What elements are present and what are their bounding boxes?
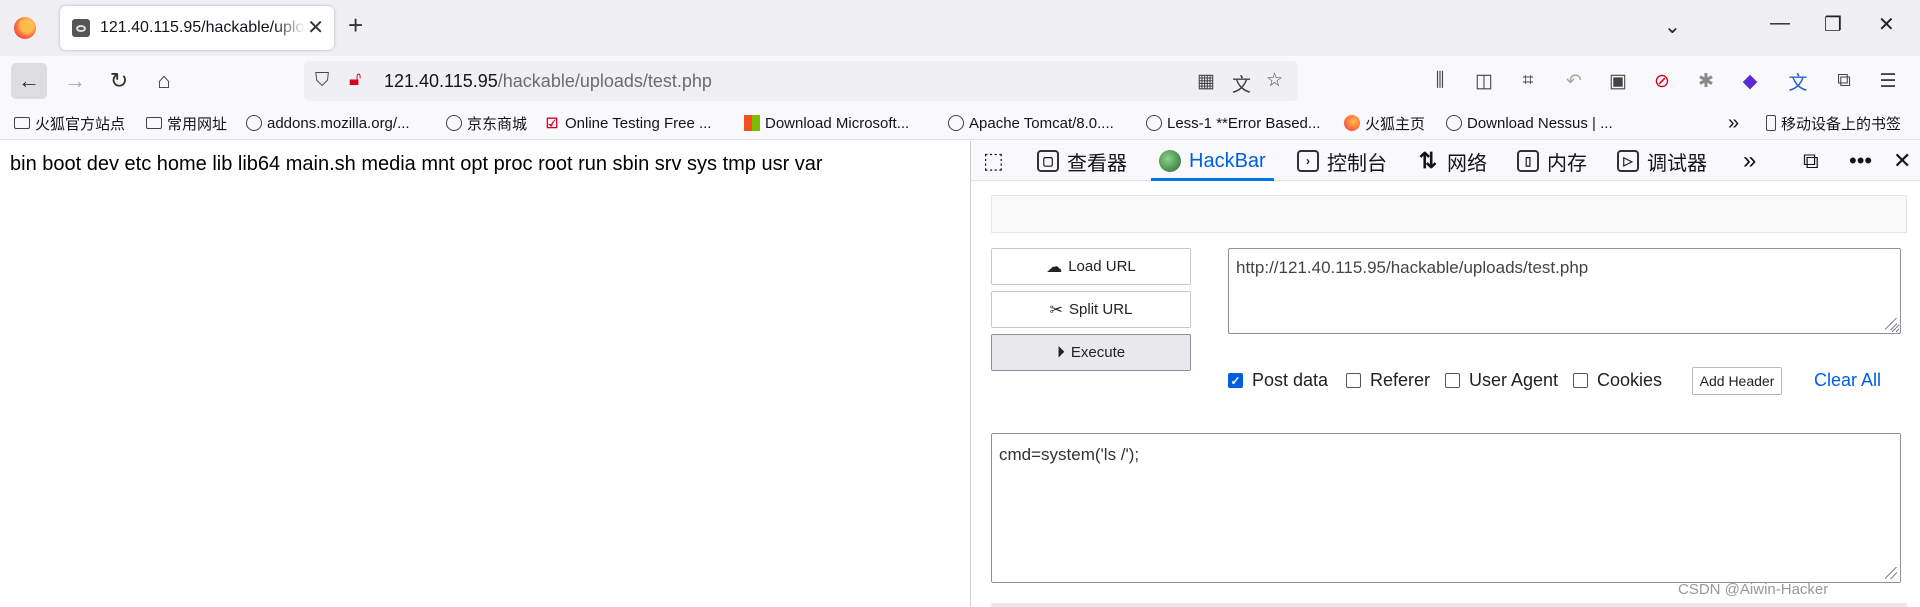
more-tabs-icon[interactable]: » — [1743, 141, 1756, 181]
window-close-button[interactable]: ✕ — [1878, 12, 1895, 37]
execute-button[interactable]: ⏵ Execute — [991, 334, 1191, 371]
split-url-button[interactable]: ✂ Split URL — [991, 291, 1191, 328]
console-icon: › — [1297, 150, 1319, 172]
mobile-device-icon — [1766, 115, 1776, 131]
reload-button[interactable]: ↻ — [101, 63, 137, 99]
resize-grip-icon[interactable] — [1885, 567, 1897, 579]
firefox-view-icon[interactable] — [14, 17, 36, 39]
tab-network[interactable]: ⇅ 网络 — [1417, 141, 1487, 181]
devtools-toolbar: ⬚ ▢ 查看器 HackBar › 控制台 ⇅ 网络 ▯ 内存 ▷ 调试器 » ⧉ •••… — [971, 141, 1920, 181]
hackbar-logo-icon — [1159, 150, 1181, 172]
extension-mask-icon[interactable]: ▣ — [1606, 69, 1630, 93]
hackbar-menu-bar[interactable] — [991, 195, 1907, 233]
element-picker-icon[interactable]: ⬚ — [983, 141, 1004, 181]
checkbox-icon: ☑ — [545, 114, 559, 131]
bookmark-item[interactable]: 火狐官方站点 — [14, 112, 125, 134]
devtools-close-icon[interactable]: ✕ — [1893, 141, 1911, 181]
insecure-lock-icon[interactable]: 🔓︎ — [349, 69, 361, 91]
memory-chip-icon: ▯ — [1517, 150, 1539, 172]
user-agent-checkbox[interactable]: User Agent — [1445, 370, 1558, 391]
tab-list-chevron-icon[interactable]: ⌄ — [1664, 14, 1681, 39]
resize-grip-icon[interactable] — [1885, 318, 1897, 330]
undo-icon[interactable]: ↶ — [1562, 69, 1586, 93]
load-url-button[interactable]: ☁ Load URL — [991, 248, 1191, 285]
firefox-icon — [1344, 115, 1360, 131]
add-header-button[interactable]: Add Header — [1692, 367, 1782, 395]
bookmark-item[interactable]: addons.mozilla.org/... — [246, 112, 410, 134]
tab-memory[interactable]: ▯ 内存 — [1517, 141, 1587, 181]
folder-icon — [146, 117, 162, 129]
globe-icon — [446, 115, 462, 131]
block-extension-icon[interactable]: ⊘ — [1650, 69, 1674, 93]
checkmark-icon: ✓ — [1228, 373, 1243, 388]
devtools-panel: ⬚ ▢ 查看器 HackBar › 控制台 ⇅ 网络 ▯ 内存 ▷ 调试器 » ⧉ •••… — [970, 141, 1920, 607]
translate-icon[interactable]: ⽂ — [1232, 70, 1251, 97]
tab-hackbar[interactable]: HackBar — [1151, 141, 1274, 181]
back-button[interactable]: ← — [11, 63, 47, 99]
hackbar-bottom-bar — [991, 603, 1907, 607]
new-tab-button[interactable]: + — [348, 10, 363, 41]
scissors-icon: ✂ — [1049, 301, 1064, 319]
bookmark-item[interactable]: Apache Tomcat/8.0.... — [948, 112, 1114, 134]
bookmark-item[interactable]: Download Nessus | ... — [1446, 112, 1613, 134]
bookmark-item[interactable]: 火狐主页 — [1344, 112, 1425, 134]
bookmarks-overflow-icon[interactable]: » — [1728, 112, 1739, 134]
minimize-button[interactable]: — — [1770, 12, 1790, 35]
bookmark-item[interactable]: Download Microsoft... — [744, 112, 909, 134]
home-button[interactable]: ⌂ — [146, 63, 182, 99]
screenshot-crop-icon[interactable]: ⌗ — [1516, 69, 1540, 93]
network-arrows-icon: ⇅ — [1418, 148, 1438, 173]
tab-favicon-icon — [72, 19, 90, 37]
bookmark-item[interactable]: 京东商城 — [446, 112, 527, 134]
clear-all-link[interactable]: Clear All — [1814, 370, 1881, 391]
restore-button[interactable]: ❐ — [1824, 12, 1842, 37]
folder-icon — [14, 117, 30, 129]
bookmark-item[interactable]: ☑ Online Testing Free ... — [544, 112, 712, 134]
tab-title: 121.40.115.95/hackable/uploads/test.php — [100, 19, 305, 36]
nessus-icon — [1446, 115, 1462, 131]
translator-icon[interactable]: ⽂ — [1786, 69, 1810, 94]
microsoft-icon — [744, 115, 760, 131]
debugger-icon: ▷ — [1617, 150, 1639, 172]
globe-icon — [948, 115, 964, 131]
bookmark-star-icon[interactable]: ☆ — [1266, 69, 1283, 92]
navigation-toolbar: ← → ↻ ⌂ ⛉ 🔓︎ 121.40.115.95/hackable/uplo… — [0, 56, 1920, 106]
globe-icon — [1146, 115, 1162, 131]
tab-strip: 121.40.115.95/hackable/uploads/test.php … — [0, 0, 1920, 56]
tab-close-icon[interactable]: ✕ — [307, 15, 324, 40]
bookmark-item[interactable]: 常用网址 — [146, 112, 227, 134]
devtools-menu-icon[interactable]: ••• — [1849, 141, 1872, 181]
globe-icon — [246, 115, 262, 131]
library-icon[interactable]: ⫼ — [1428, 69, 1452, 93]
extensions-puzzle-icon[interactable]: ⧉ — [1832, 69, 1856, 93]
post-data-textarea[interactable]: cmd=system('ls /'); — [991, 433, 1901, 583]
play-circle-icon: ⏵ — [1056, 343, 1065, 361]
bookmarks-toolbar: 火狐官方站点 常用网址 addons.mozilla.org/... 京东商城 … — [0, 106, 1920, 140]
qr-code-icon[interactable]: ▦ — [1197, 70, 1215, 93]
cloud-download-icon: ☁ — [1046, 258, 1063, 276]
tab-debugger[interactable]: ▷ 调试器 — [1617, 141, 1707, 181]
dock-side-icon[interactable]: ⧉ — [1803, 141, 1819, 181]
tracking-shield-icon[interactable]: ⛉ — [315, 70, 329, 92]
forward-button[interactable]: → — [57, 63, 93, 99]
post-data-checkbox[interactable]: ✓ Post data — [1228, 370, 1328, 391]
browser-tab[interactable]: 121.40.115.95/hackable/uploads/test.php … — [60, 6, 334, 50]
menu-hamburger-icon[interactable]: ☰ — [1876, 69, 1900, 93]
referer-checkbox[interactable]: Referer — [1346, 370, 1430, 391]
bookmark-item[interactable]: Less-1 **Error Based... — [1146, 112, 1320, 134]
cookies-checkbox[interactable]: Cookies — [1573, 370, 1662, 391]
url-textarea[interactable]: http://121.40.115.95/hackable/uploads/te… — [1228, 248, 1901, 334]
csdn-watermark: CSDN @Aiwin-Hacker — [1678, 581, 1829, 598]
tab-inspector[interactable]: ▢ 查看器 — [1037, 141, 1127, 181]
page-content: bin boot dev etc home lib lib64 main.sh … — [0, 141, 970, 607]
sidebar-icon[interactable]: ◫ — [1472, 69, 1496, 93]
url-text[interactable]: 121.40.115.95/hackable/uploads/test.php — [384, 71, 712, 92]
mobile-bookmarks[interactable]: 移动设备上的书签 — [1766, 112, 1901, 134]
command-output: bin boot dev etc home lib lib64 main.sh … — [10, 153, 823, 175]
tab-console[interactable]: › 控制台 — [1297, 141, 1387, 181]
bug-extension-icon[interactable]: ✱ — [1694, 69, 1718, 93]
inspector-icon: ▢ — [1037, 150, 1059, 172]
url-bar[interactable]: ⛉ 🔓︎ 121.40.115.95/hackable/uploads/test… — [304, 61, 1298, 101]
hackbar-badge-icon[interactable]: ◆ — [1738, 69, 1762, 93]
